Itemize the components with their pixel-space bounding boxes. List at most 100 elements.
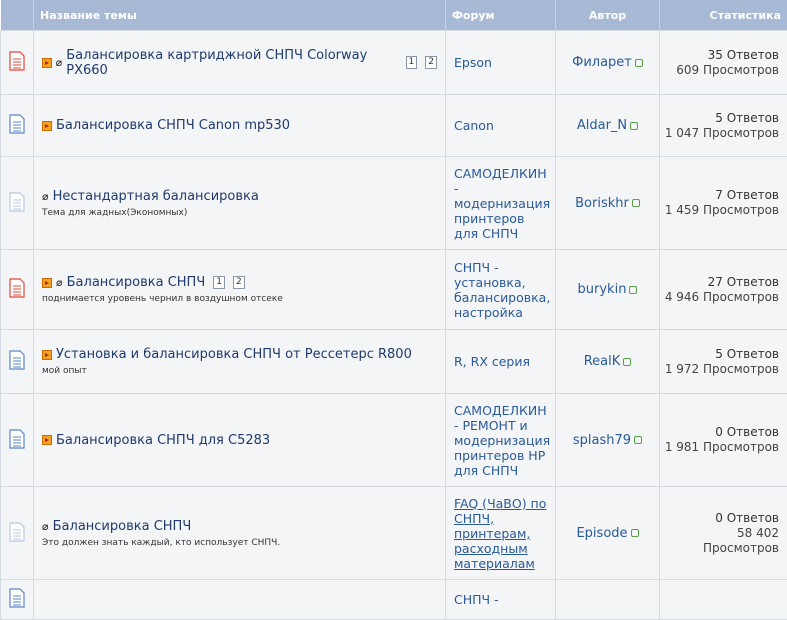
topic-title-line: ⌀ Балансировка СНПЧ (42, 519, 437, 534)
replies-count: 35 Ответов (661, 48, 779, 63)
replies-count: 0 Ответов (661, 511, 779, 526)
views-count: 4 946 Просмотров (661, 290, 779, 305)
forum-link[interactable]: Epson (454, 55, 492, 70)
topic-name-cell: Балансировка СНПЧ для C5283 (34, 394, 446, 487)
author-cell: Филарет (556, 31, 660, 95)
forum-link[interactable]: САМОДЕЛКИН - модернизация принтеров для … (454, 166, 550, 241)
views-count: 1 972 Просмотров (661, 362, 779, 377)
topic-title-link[interactable]: Балансировка СНПЧ для C5283 (56, 433, 270, 448)
author-link[interactable]: Aldar_N (577, 118, 627, 133)
topic-status-cell (1, 31, 34, 95)
external-link-icon[interactable] (634, 436, 642, 444)
page-link[interactable]: 1 (213, 276, 225, 289)
new-post-icon[interactable] (42, 58, 52, 68)
stats-cell (660, 580, 787, 620)
topic-title-line: Балансировка СНПЧ Canon mp530 (42, 118, 437, 133)
table-row[interactable]: Установка и балансировка СНПЧ от Рессете… (1, 330, 787, 394)
stats-cell: 0 Ответов58 402 Просмотров (660, 487, 787, 580)
forum-cell: СНПЧ - установка, балансировка, настройк… (446, 250, 556, 330)
header-forum[interactable]: Форум (446, 0, 556, 31)
topic-title-link[interactable]: Балансировка СНПЧ (67, 275, 206, 290)
topic-title-line: Установка и балансировка СНПЧ от Рессете… (42, 347, 437, 362)
topic-icon (9, 114, 25, 134)
external-link-icon[interactable] (632, 199, 640, 207)
forum-link[interactable]: СНПЧ - установка, балансировка, настройк… (454, 260, 550, 320)
forum-cell: FAQ (ЧаВО) по СНПЧ, принтерам, расходным… (446, 487, 556, 580)
author-link[interactable]: RealK (584, 354, 621, 369)
page-link[interactable]: 1 (406, 56, 418, 69)
author-link[interactable]: Филарет (572, 55, 632, 70)
table-row[interactable]: ⌀Нестандартная балансировкаТема для жадн… (1, 157, 787, 250)
topic-title-link[interactable]: Нестандартная балансировка (53, 189, 259, 204)
forum-cell: САМОДЕЛКИН - РЕМОНТ и модернизация принт… (446, 394, 556, 487)
table-row[interactable]: ⌀Балансировка картриджной СНПЧ Colorway … (1, 31, 787, 95)
forum-cell: Epson (446, 31, 556, 95)
author-cell: burykin (556, 250, 660, 330)
table-row[interactable]: ⌀Балансировка СНПЧЭто должен знать кажды… (1, 487, 787, 580)
topic-name-cell (34, 580, 446, 620)
stats-cell: 35 Ответов609 Просмотров (660, 31, 787, 95)
page-link[interactable]: 2 (233, 276, 245, 289)
author-cell (556, 580, 660, 620)
topic-name-cell: Балансировка СНПЧ Canon mp530 (34, 95, 446, 157)
page-link[interactable]: 2 (425, 56, 437, 69)
external-link-icon[interactable] (635, 59, 643, 67)
topic-status-cell (1, 250, 34, 330)
forum-link[interactable]: САМОДЕЛКИН - РЕМОНТ и модернизация принт… (454, 403, 550, 478)
topic-title-line: Балансировка СНПЧ для C5283 (42, 433, 437, 448)
table-row[interactable]: СНПЧ - (1, 580, 787, 620)
replies-count: 7 Ответов (661, 188, 779, 203)
attachment-icon: ⌀ (42, 520, 49, 533)
header-author[interactable]: Автор (556, 0, 660, 31)
external-link-icon[interactable] (631, 529, 639, 537)
stats-cell: 5 Ответов1 047 Просмотров (660, 95, 787, 157)
topic-status-cell (1, 394, 34, 487)
author-link[interactable]: splash79 (573, 433, 631, 448)
new-post-icon[interactable] (42, 278, 52, 288)
topic-status-cell (1, 95, 34, 157)
header-topic-name[interactable]: Название темы (34, 0, 446, 31)
external-link-icon[interactable] (629, 286, 637, 294)
topic-description: мой опыт (42, 366, 437, 376)
forum-cell: САМОДЕЛКИН - модернизация принтеров для … (446, 157, 556, 250)
topic-icon (9, 350, 25, 370)
table-row[interactable]: Балансировка СНПЧ для C5283 САМОДЕЛКИН - … (1, 394, 787, 487)
forum-link[interactable]: Canon (454, 118, 494, 133)
faded-topic-icon (9, 522, 25, 542)
topic-title-link[interactable]: Балансировка картриджной СНПЧ Colorway P… (66, 48, 397, 78)
faded-topic-icon (9, 192, 25, 212)
forum-cell: Canon (446, 95, 556, 157)
external-link-icon[interactable] (623, 358, 631, 366)
external-link-icon[interactable] (630, 122, 638, 130)
new-post-icon[interactable] (42, 350, 52, 360)
topic-icon (9, 429, 25, 449)
author-link[interactable]: Episode (576, 526, 627, 541)
topic-icon (9, 588, 25, 608)
author-cell: splash79 (556, 394, 660, 487)
forum-link[interactable]: R, RX серия (454, 354, 530, 369)
replies-count: 5 Ответов (661, 347, 779, 362)
stats-cell: 27 Ответов4 946 Просмотров (660, 250, 787, 330)
topic-title-link[interactable]: Балансировка СНПЧ (53, 519, 192, 534)
new-post-icon[interactable] (42, 121, 52, 131)
table-row[interactable]: ⌀Балансировка СНПЧ12поднимается уровень … (1, 250, 787, 330)
topic-title-link[interactable]: Установка и балансировка СНПЧ от Рессете… (56, 347, 412, 362)
author-cell: RealK (556, 330, 660, 394)
forum-link[interactable]: FAQ (ЧаВО) по СНПЧ, принтерам, расходным… (454, 496, 546, 571)
forum-cell: СНПЧ - (446, 580, 556, 620)
author-link[interactable]: burykin (578, 282, 627, 297)
topic-status-cell (1, 157, 34, 250)
forum-link[interactable]: СНПЧ - (454, 592, 499, 607)
views-count: 1 047 Просмотров (661, 126, 779, 141)
new-post-icon[interactable] (42, 435, 52, 445)
author-link[interactable]: Boriskhr (575, 196, 629, 211)
table-row[interactable]: Балансировка СНПЧ Canon mp530 Canon Aldar_… (1, 95, 787, 157)
author-cell: Episode (556, 487, 660, 580)
replies-count: 5 Ответов (661, 111, 779, 126)
hot-topic-icon (9, 278, 25, 298)
topic-title-line: ⌀ Нестандартная балансировка (42, 189, 437, 204)
topic-title-line: ⌀Балансировка картриджной СНПЧ Colorway … (42, 48, 437, 78)
header-stats[interactable]: Статистика (660, 0, 787, 31)
topic-title-link[interactable]: Балансировка СНПЧ Canon mp530 (56, 118, 290, 133)
attachment-icon: ⌀ (42, 190, 49, 203)
